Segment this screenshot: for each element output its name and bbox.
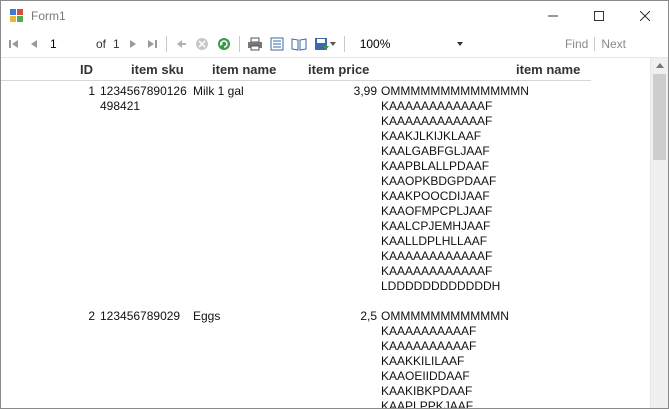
refresh-button[interactable] <box>213 34 235 54</box>
save-disk-icon <box>314 38 329 50</box>
close-icon <box>640 11 650 21</box>
scrollbar-thumb[interactable] <box>653 74 666 160</box>
refresh-icon <box>217 38 230 50</box>
column-header-id: ID <box>80 62 93 77</box>
previous-page-button[interactable] <box>24 34 44 54</box>
print-layout-button[interactable] <box>266 34 288 54</box>
first-page-button[interactable] <box>4 34 24 54</box>
window-title: Form1 <box>31 9 66 23</box>
cell-id: 1 <box>88 84 95 98</box>
cell-price: 2,5 <box>360 309 377 323</box>
column-header-sku: item sku <box>131 62 184 77</box>
report-toolbar: of 1 100% <box>1 31 668 58</box>
column-header-name: item name <box>212 62 277 77</box>
previous-page-icon <box>31 40 37 48</box>
stop-icon <box>195 38 208 50</box>
toolbar-separator <box>165 36 167 52</box>
print-button[interactable] <box>244 34 266 54</box>
export-button[interactable] <box>310 34 340 54</box>
header-divider <box>1 80 591 81</box>
title-bar: Form1 <box>1 1 668 31</box>
cell-id: 2 <box>88 309 95 323</box>
cell-name: Milk 1 gal <box>193 84 244 98</box>
stop-button[interactable] <box>191 34 213 54</box>
total-pages: 1 <box>113 37 120 51</box>
minimize-icon <box>548 15 558 17</box>
close-button[interactable] <box>622 1 668 31</box>
printer-icon <box>247 37 262 51</box>
toolbar-separator <box>238 36 240 52</box>
cell-price: 3,99 <box>353 84 377 98</box>
page-setup-button[interactable] <box>288 34 310 54</box>
app-icon <box>10 9 24 23</box>
back-arrow-icon <box>176 40 186 48</box>
column-header-price: item price <box>308 62 370 77</box>
first-page-icon <box>9 40 18 48</box>
window-controls <box>530 1 668 31</box>
minimize-button[interactable] <box>530 1 576 31</box>
report-page: ID item sku item name item price item na… <box>1 58 651 408</box>
toolbar-separator <box>343 36 345 52</box>
back-button[interactable] <box>171 34 191 54</box>
find-input[interactable] <box>476 34 553 54</box>
scroll-up-icon[interactable] <box>656 63 664 68</box>
cell-sku: 123456789029 <box>100 309 181 323</box>
current-page-input[interactable] <box>48 36 86 52</box>
page-layout-icon <box>270 37 284 51</box>
next-link[interactable]: Next <box>595 37 632 51</box>
chevron-down-icon <box>456 42 463 46</box>
cell-sku: 1234567890126 498421 <box>100 84 187 113</box>
page-of-label: of <box>96 37 107 51</box>
maximize-icon <box>594 11 604 21</box>
last-page-icon <box>147 40 157 48</box>
find-link[interactable]: Find <box>559 37 594 51</box>
maximize-button[interactable] <box>576 1 622 31</box>
chevron-down-icon <box>329 42 336 46</box>
book-icon <box>291 38 307 51</box>
window: Form1 of 1 <box>0 0 669 409</box>
cell-barcode: OMMMMMMMMMMMN KAAAAAAAAAAF KAAAAAAAAAAF … <box>381 309 509 408</box>
cell-barcode: OMMMMMMMMMMMMMN KAAAAAAAAAAAAF KAAAAAAAA… <box>381 84 529 293</box>
next-page-button[interactable] <box>124 34 142 54</box>
last-page-button[interactable] <box>142 34 162 54</box>
next-page-icon <box>129 40 136 48</box>
zoom-value: 100% <box>359 37 391 51</box>
cell-name: Eggs <box>193 309 221 323</box>
column-header-barcode: item name <box>516 62 581 77</box>
vertical-scrollbar[interactable] <box>650 58 668 408</box>
zoom-dropdown[interactable]: 100% <box>354 34 469 54</box>
